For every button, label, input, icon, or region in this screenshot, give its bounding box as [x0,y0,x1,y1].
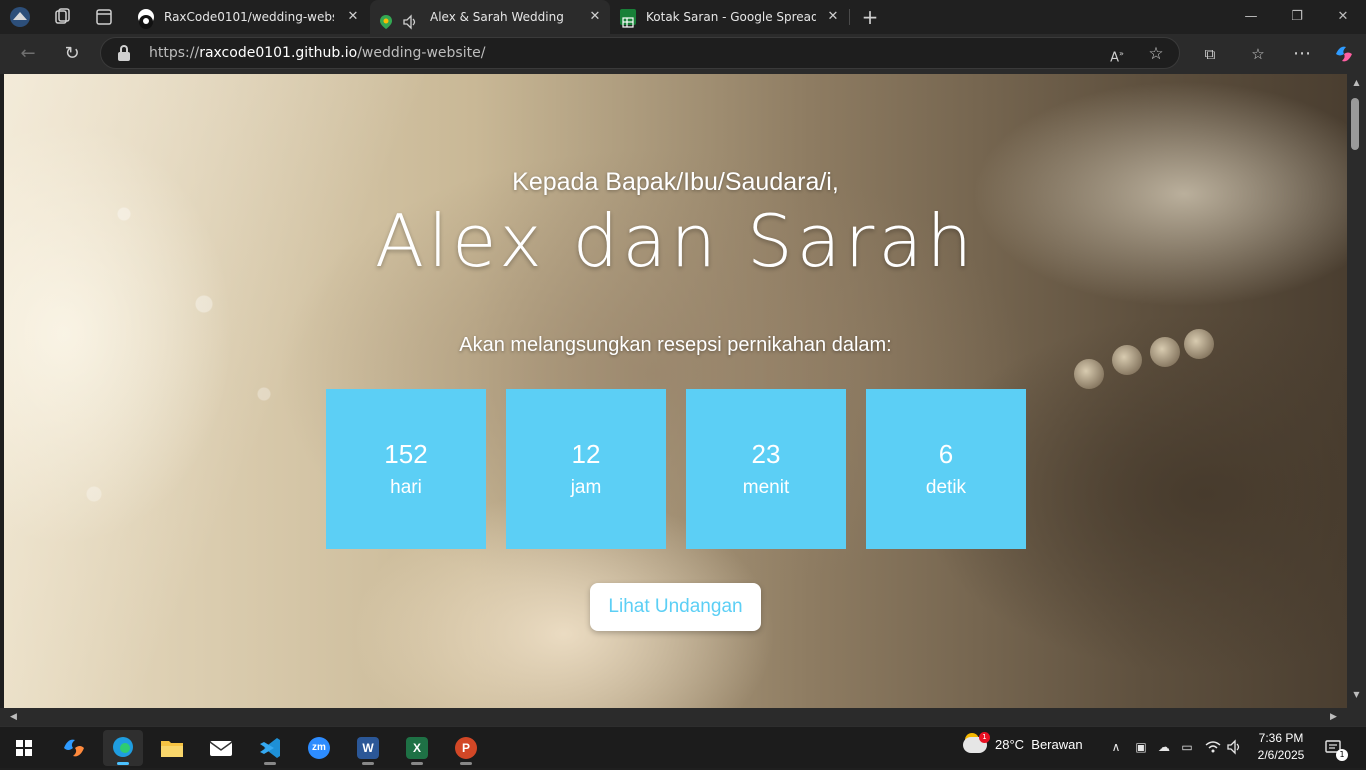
favorites-icon[interactable]: ☆ [1244,40,1272,68]
countdown-unit: jam [570,477,602,498]
vscode-icon[interactable] [250,730,290,766]
restore-icon[interactable]: ❐ [1274,0,1320,34]
mail-icon[interactable] [201,730,241,766]
horizontal-scrollbar[interactable]: ◀ ▶ [0,708,1347,726]
notification-count: 1 [1336,749,1348,761]
notification-icon[interactable]: 1 [1324,738,1348,761]
taskbar: zm W X P 1 28°C Berawan ∧ ▣ ☁ ▭ 7:36 PM … [0,726,1366,768]
word-icon[interactable]: W [348,730,388,766]
sheets-icon [620,9,636,28]
countdown-value: 23 [751,439,781,469]
scrollbar-thumb[interactable] [1351,98,1359,150]
favorite-star-icon[interactable]: ☆ [1144,42,1168,66]
new-tab-button[interactable]: + [858,5,882,29]
copilot-icon[interactable] [54,730,94,766]
tab-title: Alex & Sarah Wedding [430,10,564,24]
countdown-unit: hari [390,477,422,498]
tray-chevron-up-icon[interactable]: ∧ [1107,738,1125,756]
scroll-down-icon[interactable]: ▼ [1347,690,1366,699]
close-tab-icon[interactable]: ✕ [824,0,842,34]
scroll-left-icon[interactable]: ◀ [10,708,17,726]
close-tab-icon[interactable]: ✕ [586,0,604,34]
github-icon [138,9,154,29]
countdown-value: 12 [571,439,601,469]
powerpoint-icon[interactable]: P [446,730,486,766]
page-viewport: Kepada Bapak/Ibu/Saudara/i, Alex dan Sar… [4,74,1347,708]
countdown-minutes: 23 menit [686,389,846,549]
countdown-seconds: 6 detik [866,389,1026,549]
weather-text: 28°C Berawan [995,737,1083,752]
copilot-icon[interactable] [1330,40,1358,68]
audio-playing-icon[interactable] [402,9,418,30]
system-clock[interactable]: 7:36 PM 2/6/2025 [1252,730,1310,764]
countdown-unit: detik [925,477,967,498]
vertical-scrollbar[interactable]: ▲ ▼ [1347,74,1366,708]
countdown-value: 152 [384,439,428,469]
address-toolbar: ← ↻ https://raxcode0101.github.io/weddin… [0,34,1366,74]
tab-sheets[interactable]: Kotak Saran - Google Spreadshee ✕ [612,0,848,34]
zoom-icon[interactable]: zm [299,730,339,766]
file-explorer-icon[interactable] [152,730,192,766]
wifi-icon[interactable] [1204,738,1222,756]
tab-github[interactable]: RaxCode0101/wedding-website: t ✕ [130,0,368,34]
couple-names: Alex dan Sarah [374,199,977,283]
workspaces-icon[interactable] [50,5,74,29]
countdown-value: 6 [938,439,954,469]
countdown-hours: 12 jam [506,389,666,549]
lock-icon[interactable] [117,45,131,61]
reception-subtitle: Akan melangsungkan resepsi pernikahan da… [459,334,892,356]
back-icon[interactable]: ← [14,40,42,68]
profile-avatar-icon[interactable] [8,5,32,29]
clock-time: 7:36 PM [1258,731,1304,745]
read-aloud-icon[interactable]: A» [1105,42,1129,66]
address-bar[interactable]: https://raxcode0101.github.io/wedding-we… [100,37,1180,69]
vertical-tabs-icon[interactable] [92,5,116,29]
onedrive-cloud-icon[interactable]: ☁ [1155,738,1173,756]
scroll-up-icon[interactable]: ▲ [1347,78,1366,87]
close-tab-icon[interactable]: ✕ [344,0,362,34]
countdown-days: 152 hari [326,389,486,549]
edge-icon[interactable] [103,730,143,766]
minimize-icon[interactable]: — [1228,0,1274,34]
url-text[interactable]: https://raxcode0101.github.io/wedding-we… [149,38,485,68]
tab-wedding[interactable]: Alex & Sarah Wedding ✕ [370,0,610,34]
tab-title: RaxCode0101/wedding-website: t [164,10,334,24]
meet-camera-icon[interactable]: ▣ [1132,738,1150,756]
maps-pin-icon [378,9,394,29]
start-icon[interactable] [4,730,44,766]
tab-strip: RaxCode0101/wedding-website: t ✕ Alex & … [0,0,1366,34]
greeting-text: Kepada Bapak/Ibu/Saudara/i, [512,168,839,196]
weather-badge: 1 [979,732,990,743]
countdown-unit: menit [742,477,790,498]
tab-separator [849,9,850,25]
excel-icon[interactable]: X [397,730,437,766]
volume-icon[interactable] [1226,738,1244,756]
clock-date: 2/6/2025 [1257,748,1305,762]
refresh-icon[interactable]: ↻ [58,40,86,68]
more-menu-icon[interactable]: ⋯ [1288,40,1316,68]
battery-icon[interactable]: ▭ [1178,738,1196,756]
scroll-right-icon[interactable]: ▶ [1330,708,1337,726]
view-invitation-button[interactable]: Lihat Undangan [590,583,761,631]
close-window-icon[interactable]: ✕ [1320,0,1366,34]
tab-title: Kotak Saran - Google Spreadshee [646,10,816,24]
extensions-icon[interactable]: ⧉ [1196,40,1224,68]
